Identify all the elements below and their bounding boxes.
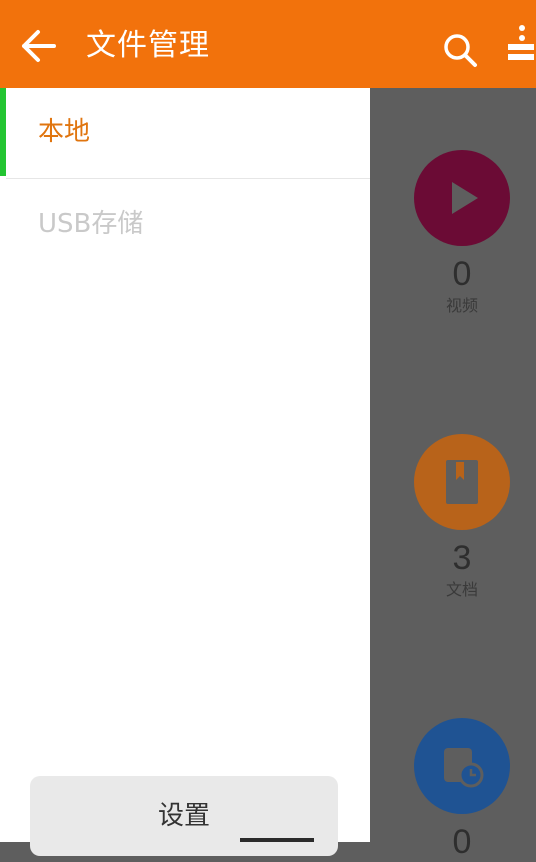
recent-file-clock-icon xyxy=(444,748,484,788)
drawer-item-usb-storage[interactable]: USB存储 xyxy=(0,180,370,268)
document-icon xyxy=(446,460,478,504)
drawer-divider xyxy=(6,178,370,179)
video-count: 0 xyxy=(452,255,472,293)
more-vertical-icon[interactable] xyxy=(500,22,536,70)
recent-count: 0 xyxy=(452,823,472,861)
play-icon xyxy=(452,182,478,214)
category-panel: 0 视频 3 文档 0 xyxy=(370,88,536,861)
search-icon[interactable] xyxy=(440,30,480,70)
back-arrow-icon[interactable] xyxy=(18,26,58,66)
video-label: 视频 xyxy=(445,296,478,315)
document-category-icon xyxy=(414,434,510,530)
category-video[interactable]: 0 视频 xyxy=(414,150,510,316)
bottom-edge-strip xyxy=(240,838,314,842)
drawer-item-local[interactable]: 本地 xyxy=(0,88,370,176)
document-label: 文档 xyxy=(445,580,478,599)
settings-button[interactable]: 设置 xyxy=(30,776,338,856)
category-document[interactable]: 3 文档 xyxy=(414,434,510,600)
recent-category-icon xyxy=(414,718,510,814)
navigation-drawer: 本地 USB存储 设置 xyxy=(0,88,370,856)
document-count: 3 xyxy=(452,539,472,577)
page-title: 文件管理 xyxy=(86,28,210,63)
app-bar: 文件管理 xyxy=(0,0,536,88)
category-recent[interactable]: 0 xyxy=(414,718,510,862)
video-category-icon xyxy=(414,150,510,246)
